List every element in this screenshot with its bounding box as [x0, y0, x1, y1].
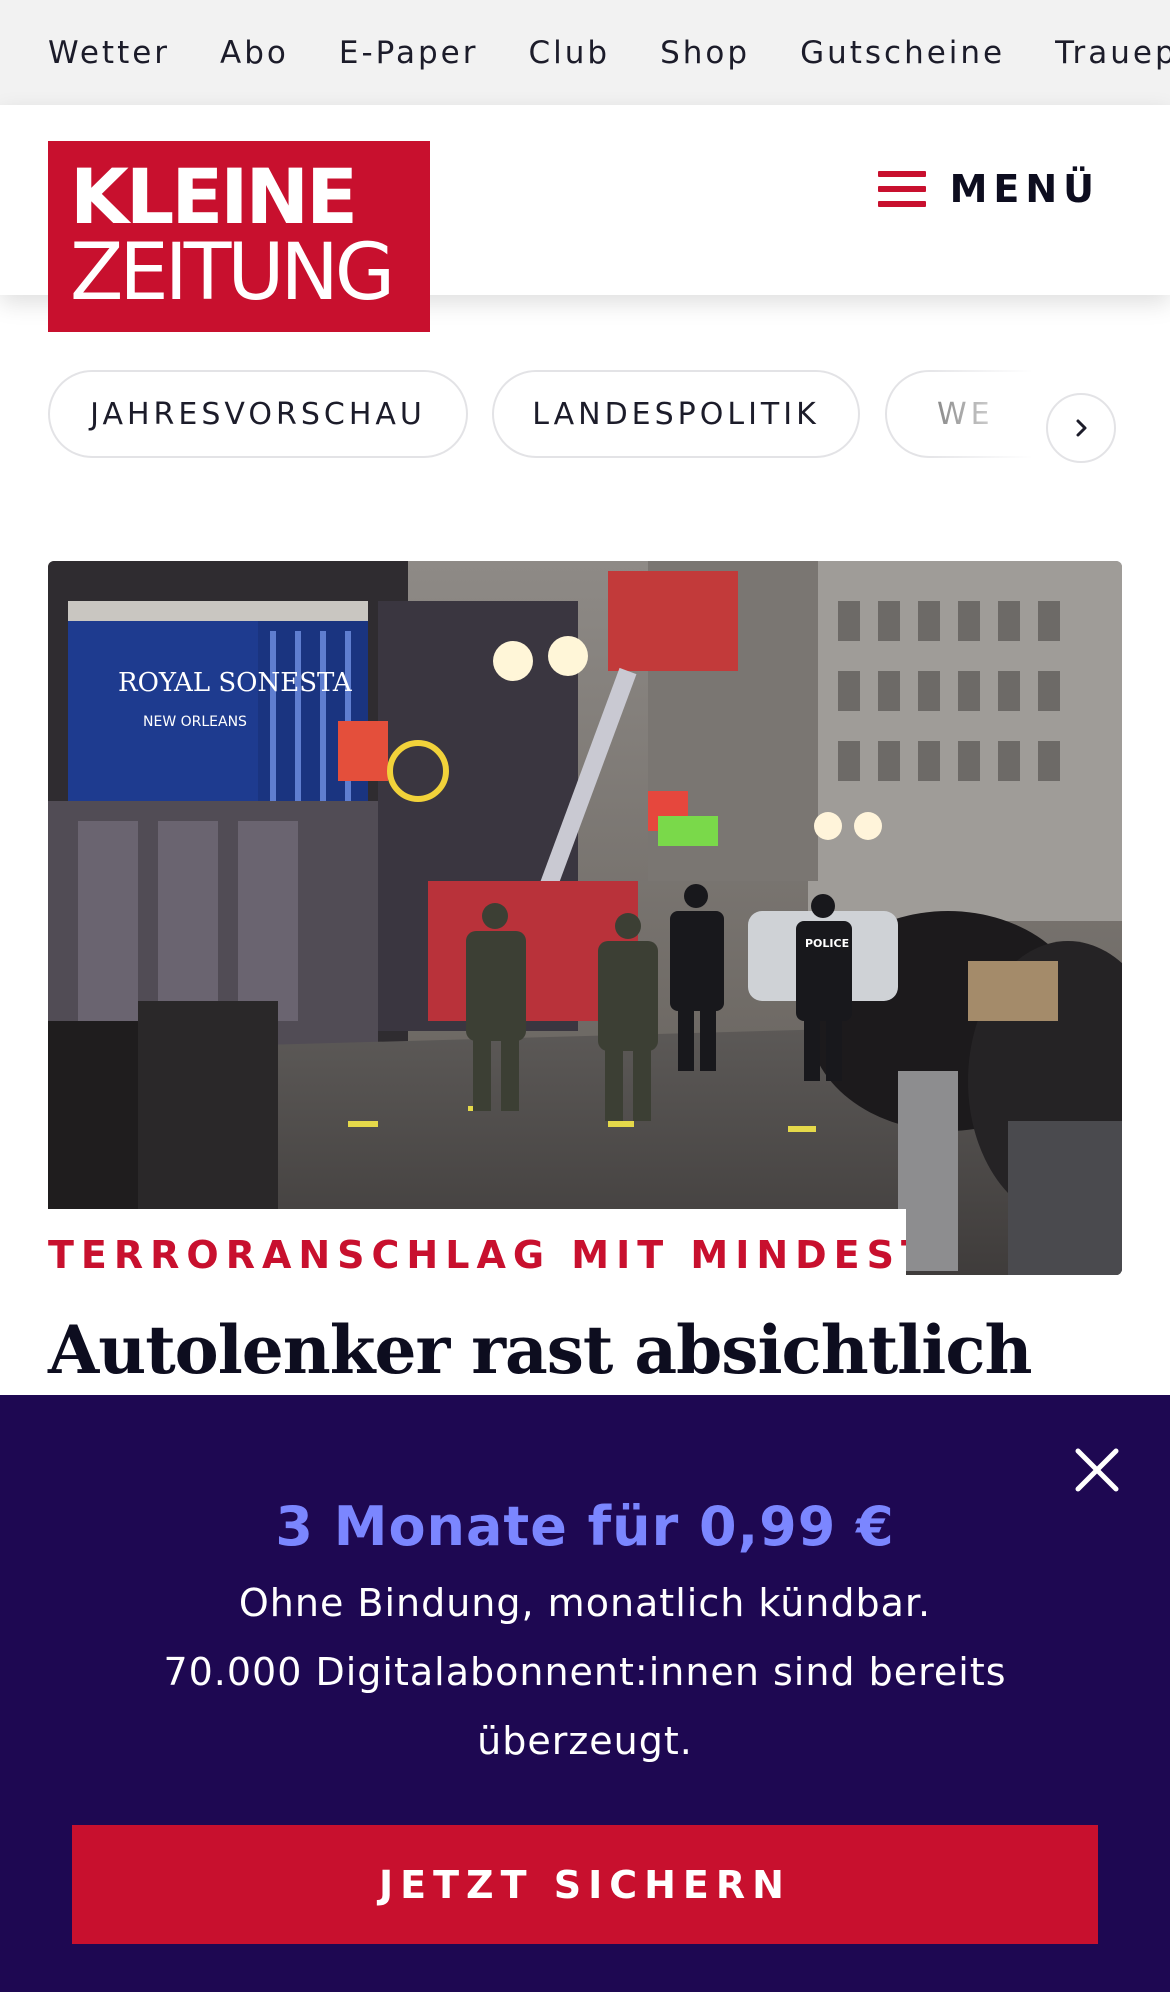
chip-jahresvorschau[interactable]: JAHRESVORSCHAU — [48, 370, 468, 458]
promo-close-button[interactable] — [1072, 1445, 1122, 1495]
article-kicker-box: TERRORANSCHLAG MIT MINDESTEN… — [0, 1209, 906, 1301]
logo-line-1: KLEINE — [70, 152, 358, 241]
site-header: KLEINE ZEITUNG MENÜ — [0, 105, 1170, 332]
service-nav-abo[interactable]: Abo — [220, 35, 289, 71]
service-nav-shop[interactable]: Shop — [660, 35, 750, 71]
service-nav: Wetter Abo E-Paper Club Shop Gutscheine … — [0, 0, 1170, 105]
service-nav-obituaries[interactable]: Traueportal — [1055, 35, 1170, 71]
police-vest-text: POLICE — [805, 937, 849, 950]
hotel-sign-subtext: NEW ORLEANS — [143, 714, 247, 730]
article-headline[interactable]: Autolenker rast absichtlich — [48, 1305, 1122, 1395]
service-nav-club[interactable]: Club — [528, 35, 610, 71]
menu-label: MENÜ — [949, 167, 1100, 211]
hamburger-icon — [877, 171, 926, 207]
article-kicker[interactable]: TERRORANSCHLAG MIT MINDESTEN… — [48, 1233, 906, 1277]
article-hero-image[interactable]: ROYAL SONESTA NEW ORLEANS POLICE — [48, 561, 1122, 1275]
close-icon — [1075, 1448, 1119, 1492]
topic-chips: JAHRESVORSCHAU LANDESPOLITIK WE — [0, 370, 1170, 460]
chip-landespolitik[interactable]: LANDESPOLITIK — [492, 370, 860, 458]
service-nav-vouchers[interactable]: Gutscheine — [800, 35, 1005, 71]
promo-line-3: überzeugt. — [477, 1719, 693, 1763]
promo-line-1: Ohne Bindung, monatlich kündbar. — [238, 1581, 932, 1625]
promo-title: 3 Monate für 0,99 € — [275, 1495, 895, 1558]
chips-fade — [920, 370, 1170, 460]
subscription-promo: 3 Monate für 0,99 € Ohne Bindung, monatl… — [0, 1395, 1170, 1992]
promo-line-2: 70.000 Digitalabonnent:innen sind bereit… — [163, 1650, 1007, 1694]
service-nav-epaper[interactable]: E-Paper — [339, 35, 479, 71]
chevron-right-icon — [1076, 419, 1087, 437]
logo-line-2: ZEITUNG — [70, 228, 395, 318]
street-scene-illustration: ROYAL SONESTA NEW ORLEANS POLICE — [48, 561, 1122, 1275]
site-logo[interactable]: KLEINE ZEITUNG — [48, 141, 430, 332]
chips-next-button[interactable] — [1046, 393, 1116, 463]
subscribe-cta-button[interactable]: JETZT SICHERN — [72, 1825, 1098, 1944]
menu-button[interactable]: MENÜ — [877, 167, 1100, 211]
service-nav-weather[interactable]: Wetter — [48, 35, 170, 71]
hotel-sign-text: ROYAL SONESTA — [118, 668, 353, 698]
